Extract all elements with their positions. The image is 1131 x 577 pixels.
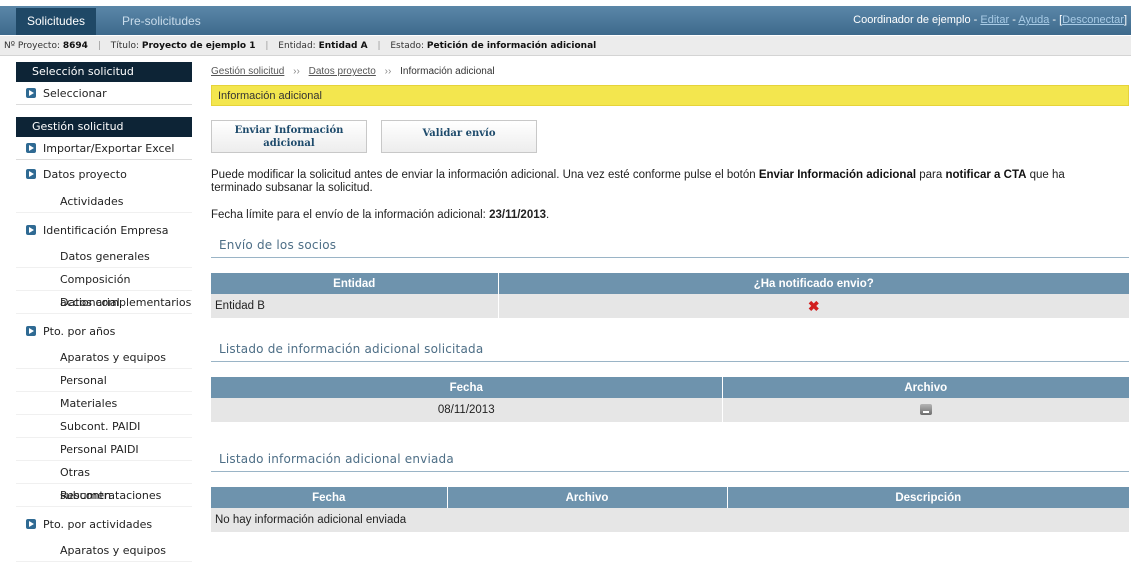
table-row: 08/11/2013 bbox=[211, 398, 1129, 422]
entity-label: Entidad: bbox=[278, 41, 316, 51]
column-header-notificado: ¿Ha notificado envio? bbox=[498, 273, 1129, 294]
section-divider bbox=[211, 471, 1129, 472]
sidebar-item-label: Identificación Empresa bbox=[43, 224, 169, 237]
sidebar-item-datos-complementarios[interactable]: Datos complementarios bbox=[16, 291, 192, 314]
cell-notificado: ✖ bbox=[498, 294, 1129, 318]
bullet-arrow-icon bbox=[26, 169, 36, 179]
sidebar-heading-gestion: Gestión solicitud bbox=[16, 117, 192, 137]
bullet-arrow-icon bbox=[26, 88, 36, 98]
breadcrumb: Gestión solicitud ›› Datos proyecto ›› I… bbox=[211, 62, 1129, 82]
sidebar-item-actividades[interactable]: Actividades bbox=[16, 190, 192, 213]
sidebar-item-datos-proyecto[interactable]: Datos proyecto bbox=[16, 160, 192, 190]
project-title-value: Proyecto de ejemplo 1 bbox=[141, 41, 256, 51]
instructions-text: Puede modificar la solicitud antes de en… bbox=[211, 169, 1111, 195]
empty-message: No hay información adicional enviada bbox=[211, 508, 1129, 532]
sidebar-item-otras-subcontrataciones[interactable]: Otras subcontrataciones bbox=[16, 461, 192, 502]
enviada-table: Fecha Archivo Descripción No hay informa… bbox=[211, 487, 1129, 532]
status-label: Estado: bbox=[390, 41, 425, 51]
section-divider bbox=[211, 361, 1129, 362]
main-content: Gestión solicitud ›› Datos proyecto ›› I… bbox=[211, 62, 1129, 532]
sidebar-item-pto-anos[interactable]: Pto. por años bbox=[16, 314, 192, 346]
cell-entidad: Entidad B bbox=[211, 294, 499, 318]
section-title-solicitada: Listado de información adicional solicit… bbox=[219, 342, 484, 356]
button-label-line1: Enviar Información bbox=[234, 125, 344, 136]
tab-solicitudes[interactable]: Solicitudes bbox=[16, 8, 96, 35]
page-title-banner: Información adicional bbox=[211, 85, 1129, 106]
sidebar-item-personal-paidi[interactable]: Personal PAIDI bbox=[16, 438, 192, 461]
column-header-fecha: Fecha bbox=[211, 377, 723, 398]
section-title-enviada: Listado información adicional enviada bbox=[219, 452, 454, 466]
sidebar-item-datos-generales[interactable]: Datos generales bbox=[16, 245, 192, 268]
bullet-arrow-icon bbox=[26, 225, 36, 235]
entity-value: Entidad A bbox=[318, 41, 368, 51]
user-name: Coordinador de ejemplo bbox=[853, 14, 971, 26]
deadline-text: Fecha límite para el envío de la informa… bbox=[211, 209, 1129, 221]
sidebar-item-importar[interactable]: Importar/Exportar Excel bbox=[16, 137, 192, 160]
column-header-archivo: Archivo bbox=[722, 377, 1129, 398]
button-label-line2: adicional bbox=[263, 138, 315, 149]
help-link[interactable]: Ayuda bbox=[1018, 14, 1049, 26]
section-divider bbox=[211, 257, 1129, 258]
sidebar-item-pto-actividades[interactable]: Pto. por actividades bbox=[16, 507, 192, 539]
solicitada-table: Fecha Archivo 08/11/2013 bbox=[211, 377, 1129, 422]
column-header-entidad: Entidad bbox=[211, 273, 499, 294]
sidebar-item-label: Pto. por años bbox=[43, 325, 116, 338]
sidebar-item-resumen[interactable]: Resumen bbox=[16, 484, 192, 507]
breadcrumb-separator: ›› bbox=[293, 66, 300, 77]
bullet-arrow-icon bbox=[26, 326, 36, 336]
sidebar: Selección solicitud Seleccionar Gestión … bbox=[16, 62, 192, 562]
sidebar-item-seleccionar[interactable]: Seleccionar bbox=[16, 82, 192, 105]
download-file-icon[interactable] bbox=[919, 404, 932, 416]
section-title-socios: Envío de los socios bbox=[219, 238, 337, 252]
table-row: Entidad B ✖ bbox=[211, 294, 1129, 318]
sidebar-heading-seleccion: Selección solicitud bbox=[16, 62, 192, 82]
sidebar-item-aparatos-actividades[interactable]: Aparatos y equipos bbox=[16, 539, 192, 562]
deadline-date: 23/11/2013 bbox=[489, 209, 546, 221]
cell-fecha: 08/11/2013 bbox=[211, 398, 723, 422]
deadline-label: Fecha límite para el envío de la informa… bbox=[211, 209, 490, 221]
sidebar-item-label: Pto. por actividades bbox=[43, 518, 153, 531]
sidebar-item-composicion[interactable]: Composición accionarial bbox=[16, 268, 192, 309]
intro-part2: para bbox=[916, 169, 946, 181]
validar-envio-button[interactable]: Validar envío bbox=[381, 120, 537, 153]
deadline-end: . bbox=[546, 209, 550, 221]
sidebar-item-label: Seleccionar bbox=[43, 87, 107, 100]
intro-bold2: notificar a CTA bbox=[945, 169, 1027, 181]
cell-archivo bbox=[722, 398, 1129, 422]
bullet-arrow-icon bbox=[26, 143, 36, 153]
table-row: No hay información adicional enviada bbox=[211, 508, 1129, 532]
socios-table: Entidad ¿Ha notificado envio? Entidad B … bbox=[211, 273, 1129, 318]
sidebar-item-subcont-paidi[interactable]: Subcont. PAIDI bbox=[16, 415, 192, 438]
sidebar-item-label: Datos proyecto bbox=[43, 168, 127, 181]
sidebar-item-label: Importar/Exportar Excel bbox=[43, 142, 175, 155]
breadcrumb-gestion-solicitud[interactable]: Gestión solicitud bbox=[211, 66, 284, 77]
project-number-label: Nº Proyecto: bbox=[4, 41, 60, 51]
sidebar-item-identificacion[interactable]: Identificación Empresa bbox=[16, 213, 192, 245]
user-links: Coordinador de ejemplo - Editar - Ayuda … bbox=[853, 14, 1127, 26]
top-navigation-bar: Solicitudes Pre-solicitudes Coordinador … bbox=[0, 0, 1131, 35]
status-value: Petición de información adicional bbox=[426, 41, 597, 51]
column-header-archivo: Archivo bbox=[447, 487, 728, 508]
intro-part1: Puede modificar la solicitud antes de en… bbox=[211, 169, 759, 181]
cross-icon: ✖ bbox=[807, 297, 820, 314]
breadcrumb-separator: ›› bbox=[384, 66, 392, 77]
enviar-informacion-button[interactable]: Enviar Información adicional bbox=[211, 120, 367, 153]
bullet-arrow-icon bbox=[26, 519, 36, 529]
tab-pre-solicitudes[interactable]: Pre-solicitudes bbox=[108, 8, 215, 35]
action-buttons: Enviar Información adicional Validar env… bbox=[211, 120, 1129, 154]
logout-link[interactable]: Desconectar bbox=[1062, 14, 1124, 26]
sidebar-item-materiales[interactable]: Materiales bbox=[16, 392, 192, 415]
column-header-fecha: Fecha bbox=[211, 487, 448, 508]
project-title-label: Título: bbox=[110, 41, 140, 51]
edit-link[interactable]: Editar bbox=[980, 14, 1009, 26]
sidebar-item-aparatos[interactable]: Aparatos y equipos bbox=[16, 346, 192, 369]
column-header-descripcion: Descripción bbox=[727, 487, 1129, 508]
intro-bold1: Enviar Información adicional bbox=[758, 169, 917, 181]
sidebar-item-personal[interactable]: Personal bbox=[16, 369, 192, 392]
breadcrumb-datos-proyecto[interactable]: Datos proyecto bbox=[309, 66, 376, 77]
project-info-bar: Nº Proyecto: 8694 | Título: Proyecto de … bbox=[0, 36, 1131, 56]
project-number-value: 8694 bbox=[62, 41, 88, 51]
breadcrumb-current: Información adicional bbox=[400, 66, 495, 77]
